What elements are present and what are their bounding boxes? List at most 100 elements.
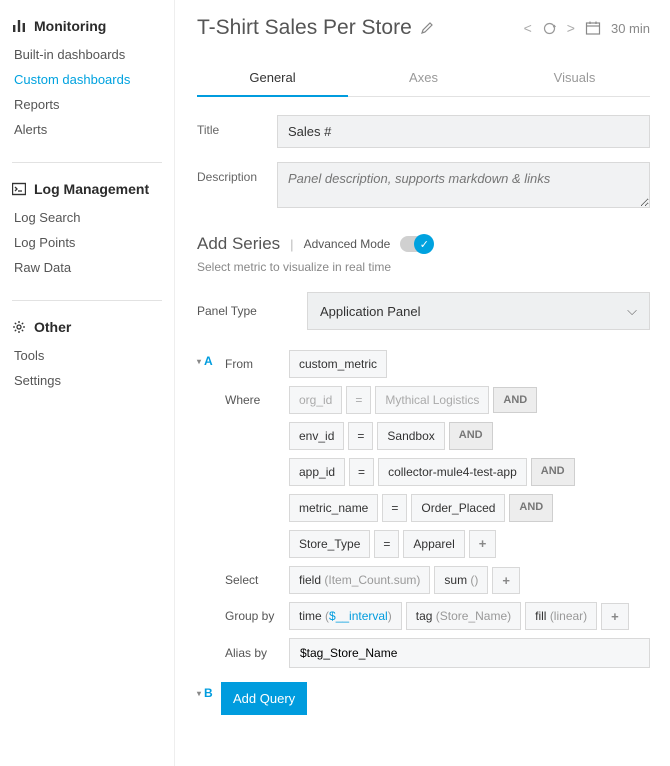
header-tools: < > 30 min [524, 20, 650, 36]
select-field-chip[interactable]: field (Item_Count.sum) [289, 566, 430, 594]
collapse-triangle-icon: ▾ [197, 689, 201, 698]
sidebar-item-settings[interactable]: Settings [12, 368, 162, 393]
advanced-mode-label: Advanced Mode [304, 237, 391, 251]
sidebar-item-raw-data[interactable]: Raw Data [12, 255, 162, 280]
title-input[interactable] [277, 115, 650, 148]
sidebar-item-tools[interactable]: Tools [12, 343, 162, 368]
label-where: Where [221, 393, 289, 407]
from-chip[interactable]: custom_metric [289, 350, 387, 378]
query-alias-row: Alias by [221, 638, 650, 668]
tab-general[interactable]: General [197, 62, 348, 97]
page-title: T-Shirt Sales Per Store [197, 16, 434, 40]
where-field-chip[interactable]: org_id [289, 386, 342, 414]
sidebar-section-monitoring: Monitoring Built-in dashboards Custom da… [12, 18, 162, 142]
divider: | [290, 237, 293, 252]
sidebar-item-log-points[interactable]: Log Points [12, 230, 162, 255]
query-body-a: From custom_metric Where org_id = Mythic… [221, 350, 650, 676]
where-conj-chip[interactable]: AND [531, 458, 575, 486]
query-block-b: ▾ B Add Query [197, 682, 650, 715]
groupby-fill-chip[interactable]: fill (linear) [525, 602, 597, 630]
sidebar-section-logs: Log Management Log Search Log Points Raw… [12, 162, 162, 280]
where-field-chip[interactable]: Store_Type [289, 530, 370, 558]
groupby-tag-chip[interactable]: tag (Store_Name) [406, 602, 521, 630]
where-conj-chip[interactable]: AND [493, 387, 537, 413]
where-field-chip[interactable]: env_id [289, 422, 344, 450]
sidebar-item-builtin-dashboards[interactable]: Built-in dashboards [12, 42, 162, 67]
where-op-chip[interactable]: = [348, 422, 373, 450]
label-select: Select [221, 573, 289, 587]
panel-type-select[interactable]: Application Panel ⌵ [307, 292, 650, 330]
chevron-right-icon[interactable]: > [567, 20, 575, 36]
sidebar-heading-label: Log Management [34, 181, 149, 197]
query-groupby-row: Group by time ($__interval) tag (Store_N… [221, 602, 650, 630]
where-add-chip[interactable]: + [469, 530, 497, 558]
select-agg-prefix: sum [444, 573, 467, 587]
add-series-header: Add Series | Advanced Mode [197, 234, 650, 254]
sidebar-heading-monitoring: Monitoring [12, 18, 162, 34]
advanced-mode-toggle[interactable] [400, 236, 432, 252]
where-value-chip[interactable]: Sandbox [377, 422, 444, 450]
where-op-chip[interactable]: = [382, 494, 407, 522]
query-where-row-4: Store_Type = Apparel + [289, 530, 650, 558]
select-add-chip[interactable]: + [492, 567, 520, 594]
query-block-a: ▾ A From custom_metric Where org_id = My… [197, 350, 650, 676]
tabs: General Axes Visuals [197, 62, 650, 97]
description-input[interactable] [277, 162, 650, 208]
where-value-chip[interactable]: Apparel [403, 530, 464, 558]
query-where-row-0: Where org_id = Mythical Logistics AND [221, 386, 650, 414]
where-conj-chip[interactable]: AND [509, 494, 553, 522]
chevron-down-icon: ⌵ [627, 303, 637, 319]
where-value-chip[interactable]: collector-mule4-test-app [378, 458, 527, 486]
sidebar-section-other: Other Tools Settings [12, 300, 162, 393]
sidebar-item-alerts[interactable]: Alerts [12, 117, 162, 142]
query-letter-a-text: A [204, 354, 213, 368]
query-letter-b[interactable]: ▾ B [197, 682, 221, 700]
sidebar: Monitoring Built-in dashboards Custom da… [0, 0, 175, 766]
time-range-label[interactable]: 30 min [611, 21, 650, 36]
pencil-icon[interactable] [420, 21, 434, 35]
label-groupby: Group by [221, 609, 289, 623]
panel-type-value: Application Panel [320, 304, 420, 319]
sidebar-heading-other: Other [12, 319, 162, 335]
form-row-description: Description [197, 162, 650, 208]
query-letter-b-text: B [204, 686, 213, 700]
refresh-icon[interactable] [542, 21, 557, 36]
select-field-prefix: field [299, 573, 321, 587]
terminal-icon [12, 182, 26, 196]
where-op-chip[interactable]: = [349, 458, 374, 486]
sidebar-item-reports[interactable]: Reports [12, 92, 162, 117]
where-value-chip[interactable]: Order_Placed [411, 494, 505, 522]
page-title-text: T-Shirt Sales Per Store [197, 16, 412, 40]
calendar-icon[interactable] [585, 20, 601, 36]
bar-chart-icon [12, 19, 26, 33]
where-op-chip[interactable]: = [374, 530, 399, 558]
form-row-title: Title [197, 115, 650, 148]
groupby-add-chip[interactable]: + [601, 603, 629, 630]
query-where-row-2: app_id = collector-mule4-test-app AND [289, 458, 650, 486]
where-field-chip[interactable]: metric_name [289, 494, 378, 522]
main-panel: T-Shirt Sales Per Store < > 30 min Gener… [175, 0, 670, 766]
select-agg-chip[interactable]: sum () [434, 566, 488, 594]
label-from: From [221, 357, 289, 371]
tab-axes[interactable]: Axes [348, 62, 499, 97]
add-query-button[interactable]: Add Query [221, 682, 307, 715]
add-series-subtitle: Select metric to visualize in real time [197, 260, 650, 274]
query-letter-a[interactable]: ▾ A [197, 350, 221, 368]
where-conj-chip[interactable]: AND [449, 422, 493, 450]
alias-input[interactable] [289, 638, 650, 668]
add-series-heading: Add Series [197, 234, 280, 254]
sidebar-item-custom-dashboards[interactable]: Custom dashboards [12, 67, 162, 92]
sidebar-heading-logs: Log Management [12, 181, 162, 197]
chevron-left-icon[interactable]: < [524, 20, 532, 36]
where-value-chip[interactable]: Mythical Logistics [375, 386, 489, 414]
collapse-triangle-icon: ▾ [197, 357, 201, 366]
sidebar-item-log-search[interactable]: Log Search [12, 205, 162, 230]
sidebar-heading-label: Other [34, 319, 71, 335]
tab-visuals[interactable]: Visuals [499, 62, 650, 97]
where-field-chip[interactable]: app_id [289, 458, 345, 486]
label-description: Description [197, 162, 277, 184]
panel-type-row: Panel Type Application Panel ⌵ [197, 292, 650, 330]
where-op-chip[interactable]: = [346, 386, 371, 414]
query-from-row: From custom_metric [221, 350, 650, 378]
groupby-time-chip[interactable]: time ($__interval) [289, 602, 402, 630]
